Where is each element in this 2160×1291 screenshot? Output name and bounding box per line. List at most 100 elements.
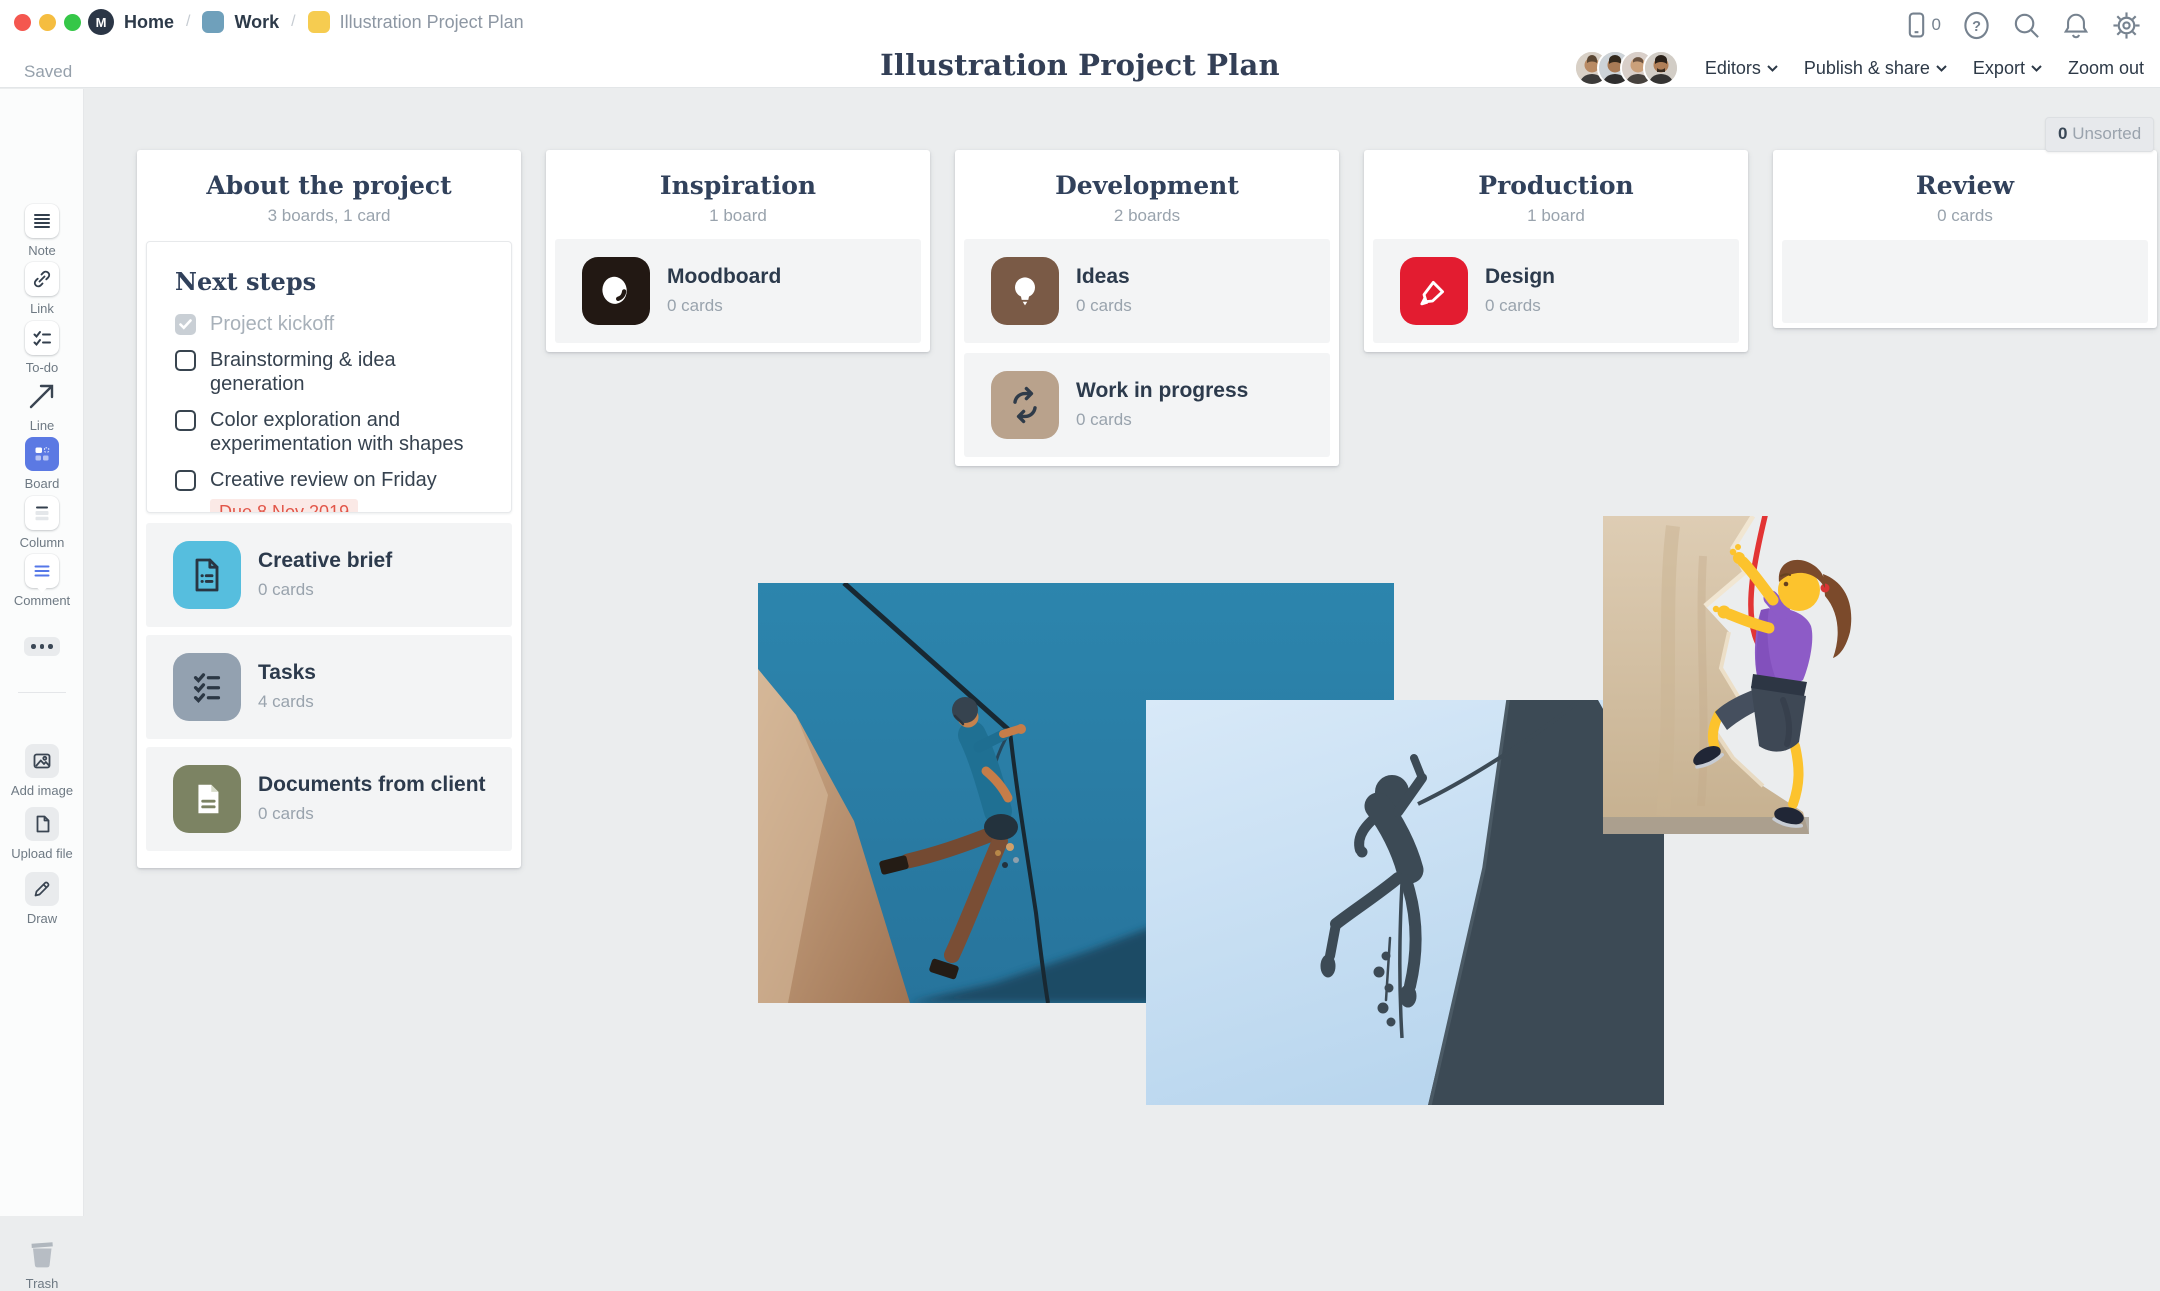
column-tool[interactable]: Column <box>0 496 84 550</box>
editor-avatars[interactable] <box>1574 50 1679 86</box>
breadcrumb-separator: / <box>184 13 192 31</box>
work-board-swatch-icon[interactable] <box>202 11 224 33</box>
chevron-down-icon <box>1767 65 1778 72</box>
milanote-app: { "window": { "breadcrumb": { "items": [… <box>0 0 2160 1216</box>
trash[interactable]: Trash <box>0 1235 84 1291</box>
note-title: Next steps <box>175 267 493 296</box>
climbing-photo-2[interactable] <box>1146 700 1664 1105</box>
checkbox[interactable] <box>175 410 196 431</box>
todo-item: Color exploration and experimentation wi… <box>175 409 493 456</box>
chevron-down-icon <box>2031 65 2042 72</box>
breadcrumb-current: Illustration Project Plan <box>340 12 524 33</box>
board-row-work-in-progress[interactable]: Work in progress 0 cards <box>964 353 1330 457</box>
column-inspiration: Inspiration 1 board Moodboard 0 cards <box>546 150 930 352</box>
settings-icon[interactable] <box>2111 10 2142 41</box>
link-icon <box>32 269 52 289</box>
toolbar-divider <box>18 692 66 693</box>
column-development: Development 2 boards Ideas 0 cards Work … <box>955 150 1339 466</box>
top-bar: M Home / Work / Illustration Project Pla… <box>0 0 2160 88</box>
column-title[interactable]: Development <box>955 171 1339 200</box>
zoom-window-button[interactable] <box>64 14 81 31</box>
editors-menu[interactable]: Editors <box>1705 58 1778 79</box>
export-menu[interactable]: Export <box>1973 58 2042 79</box>
unsorted-badge[interactable]: 0 Unsorted <box>2045 117 2154 152</box>
upload-file-icon <box>32 814 52 834</box>
more-tools-button[interactable] <box>0 637 84 656</box>
column-icon <box>32 503 52 523</box>
todo-icon <box>32 328 52 348</box>
file-icon <box>173 765 241 833</box>
device-count: 0 <box>1932 15 1941 35</box>
line-tool[interactable]: Line <box>0 379 84 433</box>
breadcrumb-home[interactable]: Home <box>124 12 174 33</box>
comment-tool[interactable]: Comment <box>0 554 84 608</box>
column-production: Production 1 board Design 0 cards <box>1364 150 1748 352</box>
ellipsis-icon <box>24 637 60 656</box>
woman-climbing-emoji[interactable] <box>1603 516 1890 844</box>
link-tool[interactable]: Link <box>0 262 84 316</box>
empty-column-dropzone[interactable] <box>1782 240 2148 323</box>
column-title[interactable]: Inspiration <box>546 171 930 200</box>
notifications-icon[interactable] <box>2062 11 2090 40</box>
repeat-icon <box>991 371 1059 439</box>
draw-icon <box>32 879 52 899</box>
milanote-logo-icon[interactable]: M <box>88 9 114 35</box>
tool-sidebar: Note Link To-do Line Board Column Commen… <box>0 89 84 1216</box>
todo-item: Project kickoff <box>175 313 493 336</box>
board-row-moodboard[interactable]: Moodboard 0 cards <box>555 239 921 343</box>
minimize-window-button[interactable] <box>39 14 56 31</box>
lightbulb-icon <box>991 257 1059 325</box>
chevron-down-icon <box>1936 65 1947 72</box>
board-row-ideas[interactable]: Ideas 0 cards <box>964 239 1330 343</box>
note-icon <box>32 211 52 231</box>
project-board-swatch-icon[interactable] <box>308 11 330 33</box>
todo-item: Brainstorming & idea generation <box>175 349 493 396</box>
line-arrow-icon <box>27 381 57 411</box>
search-icon[interactable] <box>2012 11 2041 40</box>
checkbox[interactable] <box>175 350 196 371</box>
note-card-next-steps[interactable]: Next steps Project kickoff Brainstorming… <box>146 241 512 513</box>
avatar <box>1643 50 1679 86</box>
checklist-icon <box>173 653 241 721</box>
column-title[interactable]: About the project <box>137 171 521 200</box>
due-date-badge[interactable]: Due 8 Nov 2019 <box>210 499 358 513</box>
add-image-tool[interactable]: Add image <box>0 744 84 798</box>
board-tool[interactable]: Board <box>0 437 84 491</box>
column-title[interactable]: Review <box>1773 171 2157 200</box>
mobile-devices-icon[interactable]: 0 <box>1906 11 1941 39</box>
top-actions: Editors Publish & share Export Zoom out <box>1574 50 2144 86</box>
board-row-design[interactable]: Design 0 cards <box>1373 239 1739 343</box>
trash-icon <box>25 1236 59 1270</box>
board-row-creative-brief[interactable]: Creative brief 0 cards <box>146 523 512 627</box>
zoom-out-button[interactable]: Zoom out <box>2068 58 2144 79</box>
marker-icon <box>1400 257 1468 325</box>
checkbox[interactable] <box>175 470 196 491</box>
document-icon <box>173 541 241 609</box>
paint-blob-icon <box>582 257 650 325</box>
note-tool[interactable]: Note <box>0 204 84 258</box>
breadcrumb-separator: / <box>289 13 297 31</box>
board-row-tasks[interactable]: Tasks 4 cards <box>146 635 512 739</box>
close-window-button[interactable] <box>14 14 31 31</box>
column-about-the-project: About the project 3 boards, 1 card Next … <box>137 150 521 868</box>
top-icon-row: 0 ? <box>1906 8 2142 42</box>
breadcrumb: M Home / Work / Illustration Project Pla… <box>88 0 524 44</box>
upload-file-tool[interactable]: Upload file <box>0 807 84 861</box>
column-subtitle: 2 boards <box>955 206 1339 226</box>
todo-item: Creative review on Friday <box>175 469 493 492</box>
board-row-documents-from-client[interactable]: Documents from client 0 cards <box>146 747 512 851</box>
add-image-icon <box>32 751 52 771</box>
checkbox-checked[interactable] <box>175 314 196 335</box>
comment-icon <box>32 561 52 581</box>
svg-text:?: ? <box>1972 18 1981 34</box>
help-icon[interactable]: ? <box>1962 11 1991 40</box>
publish-share-menu[interactable]: Publish & share <box>1804 58 1947 79</box>
column-subtitle: 0 cards <box>1773 206 2157 226</box>
column-subtitle: 1 board <box>1364 206 1748 226</box>
column-subtitle: 1 board <box>546 206 930 226</box>
todo-tool[interactable]: To-do <box>0 321 84 375</box>
column-title[interactable]: Production <box>1364 171 1748 200</box>
breadcrumb-work[interactable]: Work <box>234 12 279 33</box>
board-icon <box>32 444 52 464</box>
draw-tool[interactable]: Draw <box>0 872 84 926</box>
